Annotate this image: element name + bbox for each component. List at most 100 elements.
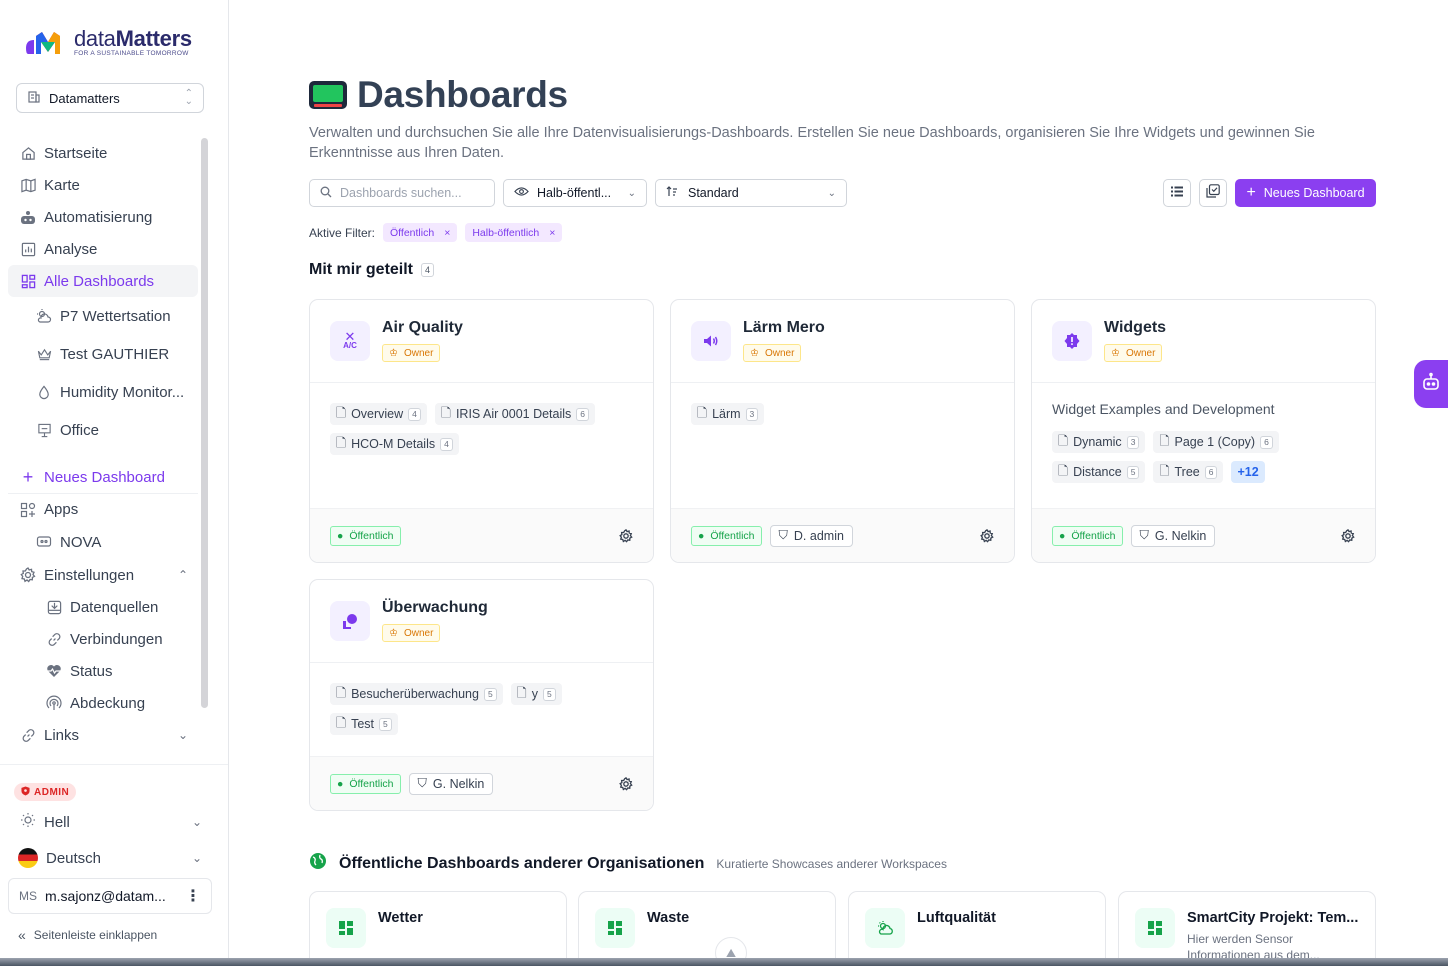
settings-gear-icon[interactable] bbox=[980, 528, 994, 543]
page-tag[interactable]: 🗋 IRIS Air 0001 Details 6 bbox=[434, 403, 596, 425]
page-tag-name: Dynamic bbox=[1073, 435, 1122, 449]
sidebar-divider bbox=[0, 764, 228, 765]
dashboard-card-laerm-mero[interactable]: Lärm Mero ♔ Owner 🗋 Lärm 3 ● Öffentlich ⛉ D. … bbox=[670, 299, 1015, 563]
sidebar-item-apps[interactable]: Apps bbox=[8, 493, 198, 525]
list-view-button[interactable] bbox=[1163, 179, 1191, 207]
sidebar-item-einstellungen[interactable]: Einstellungen ⌃ bbox=[8, 559, 198, 591]
page-tag[interactable]: 🗋 Overview 4 bbox=[330, 403, 427, 425]
collapse-label: Seitenleiste einklappen bbox=[33, 928, 158, 942]
sidebar-item-alle-dashboards[interactable]: Alle Dashboards bbox=[8, 265, 198, 297]
settings-gear-icon[interactable] bbox=[619, 776, 633, 791]
page-tag-name: y bbox=[531, 687, 538, 701]
owner-label: Owner bbox=[1125, 347, 1156, 359]
brand-logo[interactable]: dataMatters FOR A SUSTAINABLE TOMORROW bbox=[24, 28, 192, 58]
creator-badge: ⛉ G. Nelkin bbox=[1130, 524, 1216, 547]
sidebar-dashboard-office[interactable]: Office bbox=[8, 411, 198, 449]
active-filters-label: Aktive Filter: bbox=[309, 225, 376, 240]
dashboard-card-widgets[interactable]: Widgets ♔ Owner Widget Examples and Devel… bbox=[1031, 299, 1376, 563]
sidebar-item-label: Abdeckung bbox=[70, 694, 146, 712]
close-icon[interactable]: × bbox=[549, 227, 555, 239]
select-mode-button[interactable] bbox=[1199, 179, 1227, 207]
sidebar-item-label: Verbindungen bbox=[70, 630, 163, 648]
user-menu[interactable]: MS m.sajonz@datam... ⋮ bbox=[8, 878, 212, 914]
sidebar-settings-datenquellen[interactable]: Datenquellen bbox=[8, 591, 198, 623]
sidebar-item-neues-dashboard[interactable]: + Neues Dashboard bbox=[8, 461, 198, 493]
page-tag-count: 3 bbox=[745, 407, 759, 421]
crown-icon bbox=[36, 346, 52, 362]
page-tag[interactable]: 🗋 HCO-M Details 4 bbox=[330, 433, 459, 455]
public-dashboard-card-waste[interactable]: Waste ⛰ bbox=[578, 891, 836, 966]
dashboard-card-ueberwachung[interactable]: Überwachung ♔ Owner 🗋 Besucherüberwachung 5… bbox=[309, 579, 654, 811]
sidebar-item-startseite[interactable]: Startseite bbox=[8, 137, 198, 169]
chevron-down-icon: ⌄ bbox=[191, 851, 202, 865]
page-tag[interactable]: 🗋 Lärm 3 bbox=[691, 403, 765, 425]
public-badge: ● Öffentlich bbox=[1052, 525, 1123, 546]
public-dashboard-card-luftqualitaet[interactable]: Luftqualität bbox=[848, 891, 1106, 966]
more-vertical-icon[interactable]: ⋮ bbox=[185, 886, 201, 906]
map-icon bbox=[20, 177, 36, 193]
page-tag[interactable]: 🗋 y 5 bbox=[510, 683, 562, 705]
page-tag[interactable]: 🗋 Test 5 bbox=[330, 713, 398, 735]
page-description: Verwalten und durchsuchen Sie alle Ihre … bbox=[309, 125, 1315, 161]
page-tag[interactable]: 🗋 Distance 5 bbox=[1052, 461, 1146, 483]
page-tag-name: IRIS Air 0001 Details bbox=[455, 407, 572, 421]
building-icon bbox=[27, 90, 41, 107]
search-input[interactable]: Dashboards suchen... bbox=[309, 179, 495, 207]
sidebar-settings-status[interactable]: Status bbox=[8, 655, 198, 687]
page-tag[interactable]: 🗋 Dynamic 3 bbox=[1052, 431, 1146, 453]
page-tag-count: 3 bbox=[1126, 435, 1140, 449]
theme-toggle[interactable]: Hell ⌄ bbox=[8, 807, 208, 837]
card-title: Überwachung bbox=[382, 599, 488, 616]
sort-select[interactable]: Standard ⌄ bbox=[655, 179, 847, 207]
assistant-bot-button[interactable] bbox=[1414, 360, 1448, 408]
sidebar-settings-verbindungen[interactable]: Verbindungen bbox=[8, 623, 198, 655]
visibility-value: Halb-öffentl... bbox=[537, 186, 612, 200]
sidebar-item-karte[interactable]: Karte bbox=[8, 169, 198, 201]
language-select[interactable]: Deutsch ⌄ bbox=[8, 843, 208, 873]
collapse-sidebar-button[interactable]: « Seitenleiste einklappen bbox=[18, 927, 157, 943]
dashboard-card-air-quality[interactable]: ✕ A/C Air Quality ♔ Owner 🗋 Overview 4 🗋 IRIS… bbox=[309, 299, 654, 563]
search-placeholder: Dashboards suchen... bbox=[340, 186, 462, 200]
new-dashboard-button[interactable]: + Neues Dashboard bbox=[1235, 179, 1376, 207]
sidebar-app-nova[interactable]: NOVA bbox=[8, 525, 198, 559]
filter-chip-oeffentlich[interactable]: Öffentlich × bbox=[383, 223, 458, 242]
card-description: Widget Examples and Development bbox=[1052, 401, 1275, 417]
close-icon[interactable]: × bbox=[444, 227, 450, 239]
organization-select[interactable]: Datamatters ⌃ ⌄ bbox=[16, 83, 204, 113]
sidebar-item-label: Apps bbox=[44, 501, 79, 518]
settings-gear-icon[interactable] bbox=[1341, 528, 1355, 543]
new-dashboard-label: Neues Dashboard bbox=[1263, 186, 1365, 200]
layout-grid-icon bbox=[595, 908, 635, 948]
sidebar-dashboard-test-gauthier[interactable]: Test GAUTHIER bbox=[8, 335, 198, 373]
page-tag[interactable]: 🗋 Besucherüberwachung 5 bbox=[330, 683, 503, 705]
public-dashboard-card-smartcity[interactable]: SmartCity Projekt: Tem... Hier werden Se… bbox=[1118, 891, 1376, 966]
section-title: Mit mir geteilt bbox=[309, 261, 414, 278]
shield-icon bbox=[21, 786, 30, 799]
sidebar-settings-abdeckung[interactable]: Abdeckung bbox=[8, 687, 198, 719]
chevron-up-icon: ⌃ bbox=[177, 568, 188, 582]
brand-name: dataMatters bbox=[74, 26, 192, 51]
sidebar-item-analyse[interactable]: Analyse bbox=[8, 233, 198, 265]
sidebar-dashboard-humidity-monitor[interactable]: Humidity Monitor... bbox=[8, 373, 198, 411]
settings-gear-icon[interactable] bbox=[619, 528, 633, 543]
page-tag-name: Page 1 (Copy) bbox=[1174, 435, 1256, 449]
public-dashboard-card-wetter[interactable]: Wetter bbox=[309, 891, 567, 966]
page-tag-count: 5 bbox=[542, 687, 556, 701]
filter-chip-halb-oeffentlich[interactable]: Halb-öffentlich × bbox=[465, 223, 563, 242]
public-card-title: Waste bbox=[647, 910, 690, 926]
page-tags: 🗋 Dynamic 3 🗋 Page 1 (Copy) 6 🗋 Distance 5 🗋 Tr… bbox=[1052, 431, 1355, 483]
visibility-filter-select[interactable]: Halb-öffentl... ⌄ bbox=[503, 179, 647, 207]
page-tag[interactable]: 🗋 Tree 6 bbox=[1153, 461, 1224, 483]
sidebar-item-links[interactable]: Links ⌄ bbox=[8, 719, 198, 751]
file-icon: 🗋 bbox=[336, 685, 347, 700]
sidebar: dataMatters FOR A SUSTAINABLE TOMORROW D… bbox=[0, 0, 229, 958]
sidebar-dashboard-p7-wetterstation[interactable]: P7 Wettertsation bbox=[8, 297, 198, 335]
sidebar-item-automatisierung[interactable]: Automatisierung bbox=[8, 201, 198, 233]
sidebar-scrollbar[interactable] bbox=[201, 138, 208, 708]
more-pages-badge[interactable]: +12 bbox=[1231, 461, 1265, 483]
admin-badge: ADMIN bbox=[14, 783, 77, 801]
shield-icon: ⛉ bbox=[417, 776, 427, 790]
page-tag[interactable]: 🗋 Page 1 (Copy) 6 bbox=[1153, 431, 1279, 453]
bot-icon bbox=[1421, 372, 1441, 397]
